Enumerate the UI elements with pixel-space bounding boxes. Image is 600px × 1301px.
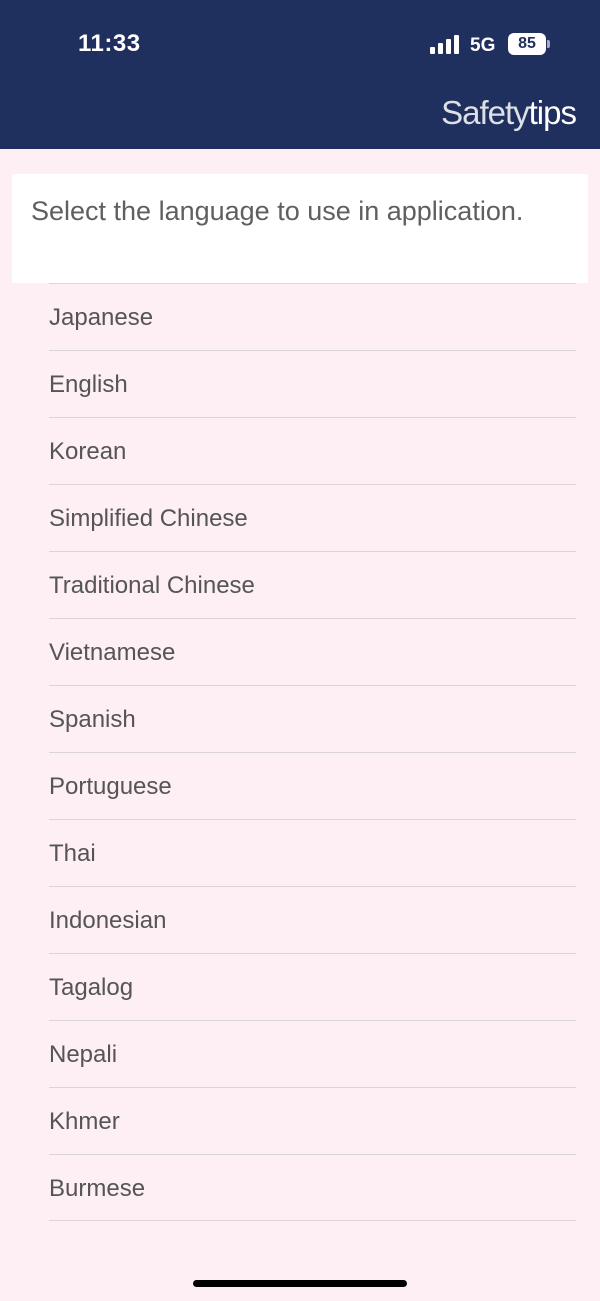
language-option-spanish[interactable]: Spanish: [49, 685, 576, 752]
language-option-japanese[interactable]: Japanese: [49, 283, 576, 350]
app-logo: Safetytips: [441, 94, 577, 132]
language-option-portuguese[interactable]: Portuguese: [49, 752, 576, 819]
language-option-korean[interactable]: Korean: [49, 417, 576, 484]
language-option-traditional-chinese[interactable]: Traditional Chinese: [49, 551, 576, 618]
status-time: 11:33: [78, 30, 141, 57]
language-option-tagalog[interactable]: Tagalog: [49, 953, 576, 1020]
language-list: Japanese English Korean Simplified Chinese T…: [49, 283, 576, 1221]
language-option-khmer[interactable]: Khmer: [49, 1087, 576, 1154]
battery-level: 85: [518, 35, 536, 52]
app-header: 11:33 5G 85 Safetytips: [0, 0, 600, 149]
logo-word-1: Safety: [441, 94, 530, 131]
instruction-text: Select the language to use in applicatio…: [12, 174, 588, 283]
logo-word-2: tips: [528, 94, 577, 131]
language-option-thai[interactable]: Thai: [49, 819, 576, 886]
battery-icon: 85: [508, 33, 546, 55]
battery-tip: [547, 40, 550, 48]
language-option-nepali[interactable]: Nepali: [49, 1020, 576, 1087]
cellular-signal-icon: [430, 34, 462, 54]
language-option-burmese[interactable]: Burmese: [49, 1154, 576, 1221]
language-option-english[interactable]: English: [49, 350, 576, 417]
language-option-simplified-chinese[interactable]: Simplified Chinese: [49, 484, 576, 551]
home-indicator[interactable]: [193, 1280, 407, 1287]
network-type: 5G: [470, 35, 496, 56]
language-option-indonesian[interactable]: Indonesian: [49, 886, 576, 953]
language-option-vietnamese[interactable]: Vietnamese: [49, 618, 576, 685]
